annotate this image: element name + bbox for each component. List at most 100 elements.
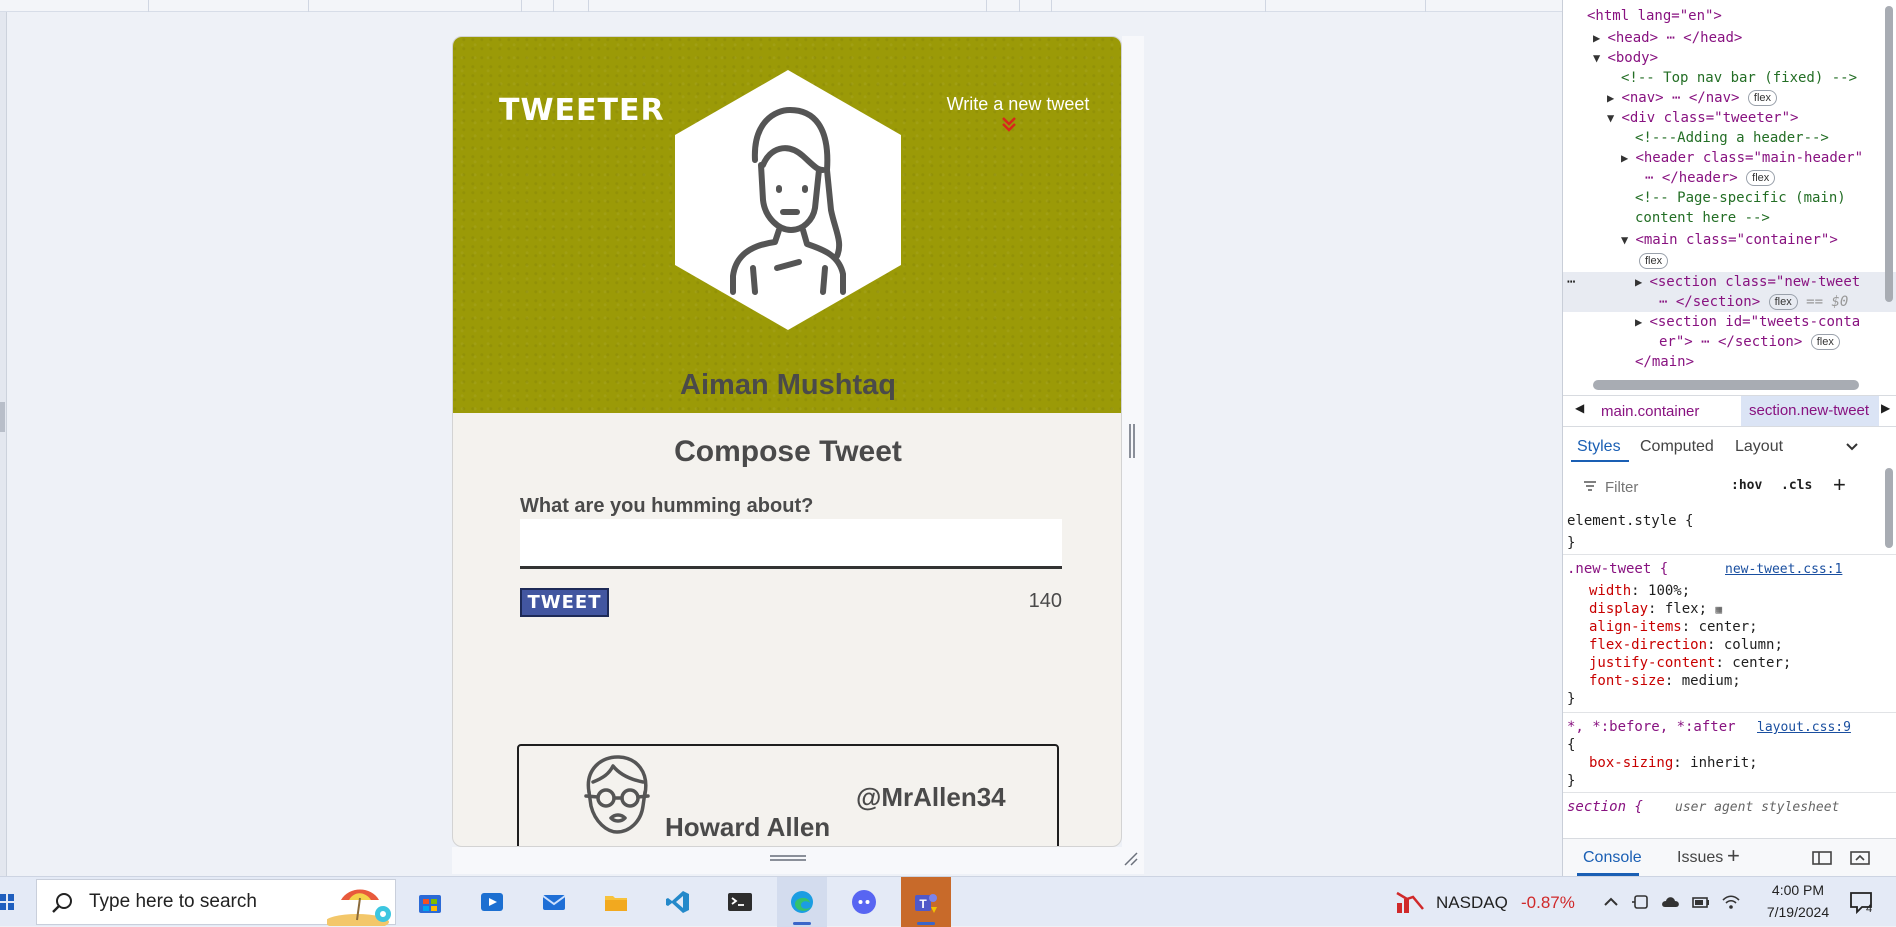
css-declaration[interactable]: box-sizing: inherit;: [1589, 754, 1758, 772]
css-declaration[interactable]: width: 100%;: [1589, 582, 1690, 600]
taskbar-app-discord[interactable]: [839, 877, 889, 927]
flex-editor-icon[interactable]: ▦: [1715, 603, 1722, 616]
tweet-button[interactable]: TWEET: [520, 588, 609, 617]
dom-comment[interactable]: <!---Adding a header-->: [1635, 128, 1829, 148]
search-highlight-beach-icon[interactable]: [327, 882, 397, 926]
dock-side-icon[interactable]: [1811, 849, 1833, 867]
chevron-down-icon[interactable]: [1845, 440, 1859, 454]
device-resize-corner-icon[interactable]: [1123, 851, 1139, 867]
tab-console[interactable]: Console: [1583, 849, 1642, 867]
taskbar-app-media[interactable]: [467, 877, 517, 927]
dom-comment[interactable]: content here -->: [1635, 208, 1770, 228]
dom-node-section-close[interactable]: ⋯ </section> flex == $0: [1659, 292, 1848, 312]
taskbar-app-edge[interactable]: [777, 877, 827, 927]
double-chevron-down-icon[interactable]: [1001, 115, 1017, 133]
taskbar-search-box[interactable]: [36, 879, 397, 926]
new-tweet-css-link[interactable]: new-tweet.css:1: [1725, 561, 1842, 579]
flex-badge[interactable]: flex: [1747, 90, 1778, 106]
dom-horizontal-scrollbar[interactable]: [1593, 380, 1859, 390]
taskbar-app-vscode[interactable]: [653, 877, 703, 927]
dom-node-body[interactable]: ▼ <body>: [1593, 48, 1658, 68]
battery-icon[interactable]: [1690, 891, 1712, 913]
clock-date[interactable]: 7/19/2024: [1760, 904, 1836, 920]
dom-node-html[interactable]: <html lang="en">: [1587, 6, 1722, 26]
layout-css-link[interactable]: layout.css:9: [1757, 719, 1851, 737]
breadcrumb-main-container[interactable]: main.container: [1601, 403, 1699, 420]
device-resize-handle-horizontal[interactable]: [770, 855, 806, 861]
css-declaration[interactable]: font-size: medium;: [1589, 672, 1741, 690]
collapse-triangle-icon[interactable]: ▼: [1593, 51, 1607, 65]
selected-dom-row[interactable]: ⋯ ▶ <section class="new-tweet ⋯ </sectio…: [1563, 272, 1896, 312]
ruler-tick: [148, 0, 149, 12]
section-selector[interactable]: section {: [1567, 798, 1643, 816]
class-toggle-button[interactable]: .cls: [1781, 478, 1812, 493]
dom-vertical-scrollbar[interactable]: [1885, 6, 1893, 302]
flex-badge[interactable]: flex: [1768, 294, 1798, 310]
flex-badge[interactable]: flex: [1746, 170, 1776, 186]
flex-badge[interactable]: flex: [1810, 334, 1840, 350]
element-style-selector[interactable]: element.style {: [1567, 512, 1693, 530]
dom-node-header-close[interactable]: ⋯ </header> flex: [1645, 168, 1776, 188]
dom-node-section-new-tweet[interactable]: ▶ <section class="new-tweet: [1635, 272, 1860, 292]
dom-node-nav[interactable]: ▶ <nav> ⋯ </nav> flex: [1607, 88, 1778, 108]
css-declaration[interactable]: align-items: center;: [1589, 618, 1758, 636]
css-declaration[interactable]: justify-content: center;: [1589, 654, 1791, 672]
stock-ticker-label[interactable]: NASDAQ: [1436, 893, 1508, 913]
taskbar-app-file-explorer[interactable]: [591, 877, 641, 927]
breadcrumb-left-arrow-icon[interactable]: ◀: [1575, 401, 1584, 415]
undock-icon[interactable]: [1849, 849, 1871, 867]
tweet-textarea[interactable]: [520, 519, 1062, 569]
taskbar-app-store[interactable]: [405, 877, 455, 927]
styles-vertical-scrollbar[interactable]: [1885, 468, 1893, 548]
device-resize-handle-vertical[interactable]: [1129, 424, 1135, 458]
add-style-rule-icon[interactable]: +: [1833, 472, 1846, 498]
row-menu-icon[interactable]: ⋯: [1567, 272, 1575, 292]
chevron-up-icon[interactable]: [1600, 891, 1622, 913]
breadcrumb-section-new-tweet[interactable]: section.new-tweet: [1741, 396, 1880, 426]
tab-styles[interactable]: Styles: [1577, 438, 1621, 456]
windows-start-icon[interactable]: [0, 893, 14, 911]
add-tab-icon[interactable]: +: [1727, 843, 1740, 869]
filter-icon: [1584, 481, 1596, 491]
dom-node-main[interactable]: ▼ <main class="container">: [1621, 230, 1838, 250]
onedrive-cloud-icon[interactable]: [1660, 891, 1682, 913]
expand-triangle-icon[interactable]: ▶: [1593, 31, 1607, 45]
stock-ticker-change[interactable]: -0.87%: [1521, 893, 1575, 913]
dom-node-head[interactable]: ▶ <head> ⋯ </head>: [1593, 28, 1742, 48]
css-declaration[interactable]: flex-direction: column;: [1589, 636, 1783, 654]
hover-state-button[interactable]: :hov: [1731, 478, 1762, 493]
clock-time[interactable]: 4:00 PM: [1764, 882, 1832, 898]
breadcrumb-right-arrow-icon[interactable]: ▶: [1881, 401, 1890, 415]
new-tweet-selector[interactable]: .new-tweet {: [1567, 560, 1668, 578]
expand-triangle-icon[interactable]: ▶: [1635, 315, 1649, 329]
expand-triangle-icon[interactable]: ▶: [1621, 151, 1635, 165]
dom-comment[interactable]: <!-- Top nav bar (fixed) -->: [1621, 68, 1857, 88]
dom-node-tweets-close[interactable]: er"> ⋯ </section> flex: [1659, 332, 1840, 352]
flex-badge[interactable]: flex: [1639, 253, 1669, 269]
css-property: justify-content: [1589, 655, 1716, 671]
tab-layout[interactable]: Layout: [1735, 438, 1783, 456]
dom-node-main-close[interactable]: </main>: [1635, 352, 1694, 372]
write-new-tweet-link[interactable]: Write a new tweet: [933, 94, 1103, 115]
taskbar-search-input[interactable]: [87, 888, 307, 916]
tray-device-icon[interactable]: [1630, 891, 1652, 913]
expand-triangle-icon[interactable]: ▶: [1635, 275, 1649, 289]
taskbar-app-teams[interactable]: T: [901, 877, 951, 927]
wifi-icon[interactable]: [1720, 891, 1742, 913]
collapse-triangle-icon[interactable]: ▼: [1621, 233, 1635, 247]
expand-triangle-icon[interactable]: ▶: [1607, 91, 1621, 105]
stock-chart-down-icon[interactable]: [1395, 889, 1425, 915]
dom-node-section-tweets[interactable]: ▶ <section id="tweets-conta: [1635, 312, 1860, 332]
taskbar-app-terminal[interactable]: [715, 877, 765, 927]
css-declaration[interactable]: display: flex; ▦: [1589, 600, 1722, 619]
brand-logo[interactable]: TWEETER: [499, 93, 665, 128]
dom-node-div-tweeter[interactable]: ▼ <div class="tweeter">: [1607, 108, 1798, 128]
collapse-triangle-icon[interactable]: ▼: [1607, 111, 1621, 125]
dom-node-header[interactable]: ▶ <header class="main-header": [1621, 148, 1863, 168]
viewport-grip[interactable]: [0, 402, 5, 432]
taskbar-app-mail[interactable]: [529, 877, 579, 927]
dom-comment[interactable]: <!-- Page-specific (main): [1635, 188, 1846, 208]
tab-computed[interactable]: Computed: [1640, 438, 1714, 456]
universal-selector[interactable]: *, *:before, *:after: [1567, 718, 1736, 736]
tab-issues[interactable]: Issues: [1677, 849, 1723, 867]
